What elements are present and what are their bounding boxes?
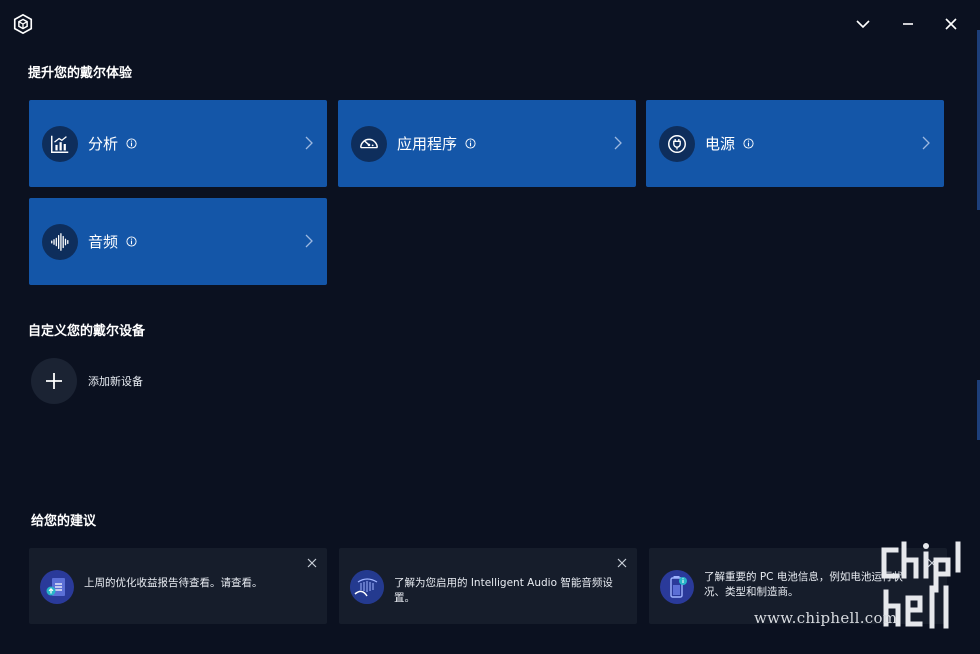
suggestion-text: 上周的优化收益报告待查看。请查看。	[84, 577, 263, 589]
tile-label: 分析	[88, 135, 119, 153]
collapse-button[interactable]	[851, 12, 875, 36]
suggestions-section-title: 给您的建议	[31, 514, 97, 529]
info-icon[interactable]	[126, 138, 137, 149]
tile-analytics[interactable]: 分析	[29, 100, 327, 187]
analytics-chart-icon	[51, 135, 69, 153]
tile-label: 电源	[705, 135, 736, 153]
info-icon[interactable]	[743, 138, 754, 149]
close-icon[interactable]	[616, 557, 628, 569]
chevron-right-icon	[922, 136, 930, 150]
tile-label: 应用程序	[397, 135, 458, 153]
tile-audio[interactable]: 音频	[29, 198, 327, 285]
suggestion-card-report[interactable]: 上周的优化收益报告待查看。请查看。	[29, 548, 327, 624]
watermark-text: www.chiphell.com	[754, 609, 898, 627]
tile-applications[interactable]: 应用程序	[338, 100, 636, 187]
report-upload-icon	[46, 578, 65, 596]
chevron-right-icon	[305, 234, 313, 248]
info-icon[interactable]	[126, 236, 137, 247]
add-device-button[interactable]	[31, 358, 77, 404]
suggestion-card-audio[interactable]: 了解为您启用的 Intelligent Audio 智能音频设置。	[339, 548, 637, 624]
devices-section-title: 自定义您的戴尔设备	[28, 324, 146, 339]
battery-info-icon	[670, 576, 687, 598]
chevron-right-icon	[614, 136, 622, 150]
chevron-right-icon	[305, 136, 313, 150]
plus-icon	[46, 373, 62, 389]
tile-label: 音频	[88, 233, 119, 251]
close-icon[interactable]	[306, 557, 318, 569]
add-device-label[interactable]: 添加新设备	[88, 373, 143, 389]
app-logo-cube-icon	[13, 13, 33, 35]
power-plug-icon	[668, 134, 686, 153]
chevron-down-icon	[856, 20, 870, 29]
audio-settings-icon	[350, 570, 384, 604]
title-bar	[0, 0, 980, 50]
tile-power[interactable]: 电源	[646, 100, 944, 187]
minimize-button[interactable]	[896, 12, 920, 36]
experience-section-title: 提升您的戴尔体验	[28, 66, 133, 81]
audio-waveform-icon	[51, 232, 69, 251]
suggestion-text: 了解为您启用的 Intelligent Audio 智能音频设置。	[394, 577, 613, 604]
close-window-button[interactable]	[939, 12, 963, 36]
close-icon	[945, 18, 957, 30]
speedometer-icon	[360, 138, 378, 148]
info-icon[interactable]	[465, 138, 476, 149]
minimize-icon	[903, 23, 913, 25]
